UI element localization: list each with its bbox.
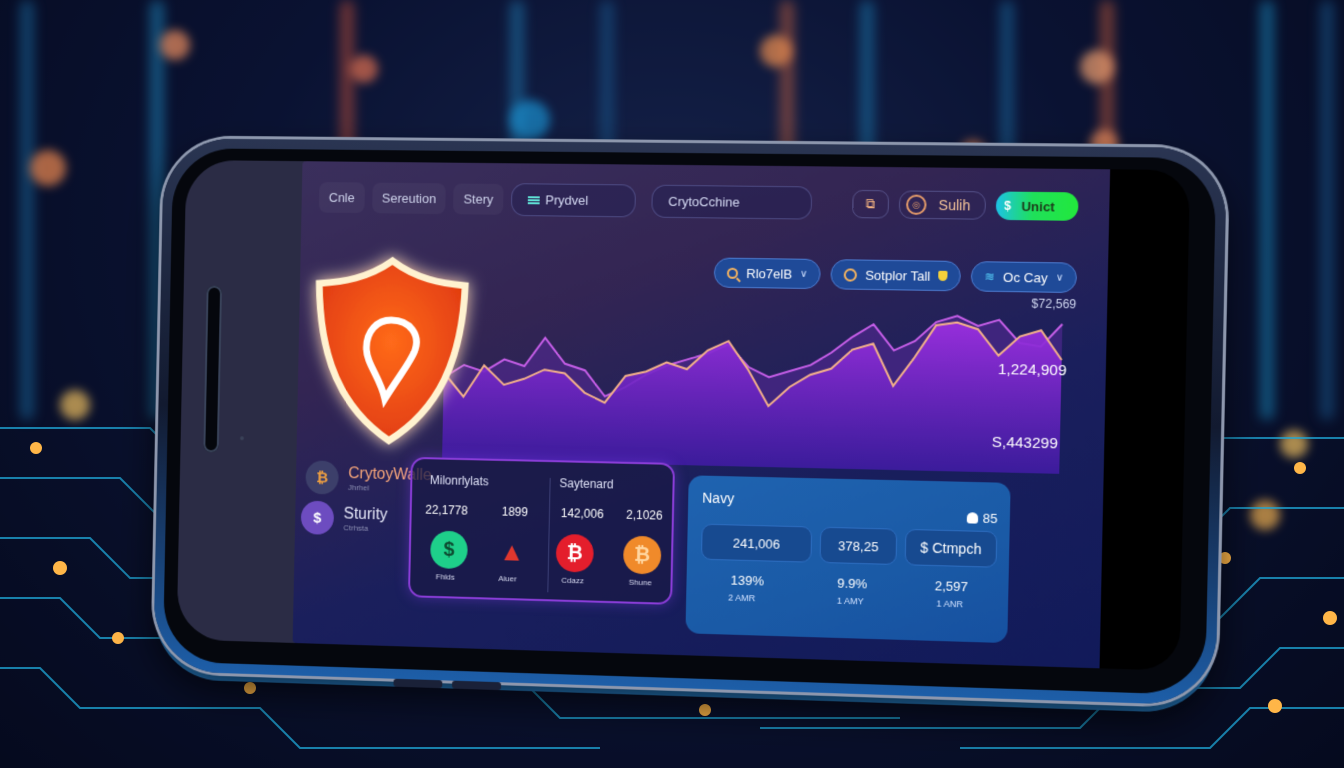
chevron-down-icon: ∨ xyxy=(800,268,808,280)
header-actions: ⧉ ◎ Sulih $ Unict xyxy=(851,189,1079,221)
price-chart-svg xyxy=(442,301,1063,474)
bitcoin-icon: ₿ xyxy=(305,460,339,495)
nav-tab-sereution[interactable]: Sereution xyxy=(371,182,447,215)
filter-label: Sotplor Tall xyxy=(865,267,931,284)
stats-badge: 85 xyxy=(966,510,998,526)
shield-badge-icon xyxy=(938,270,948,282)
wave-icon: ≋ xyxy=(984,269,995,284)
unlock-label: Unict xyxy=(1021,198,1055,214)
coins-header-1: Milonrlylats xyxy=(429,473,489,489)
dollar-icon: $ xyxy=(300,500,335,535)
stats-card: Navy 85 241,006 378,25 $ Ctmpch 139% 9.9… xyxy=(685,475,1011,644)
coin-value: 142,006 xyxy=(560,506,604,522)
sailboat-icon[interactable]: ▲ xyxy=(493,532,531,571)
unlock-button[interactable]: $ Unict xyxy=(995,191,1079,221)
stat-percentage: 139% xyxy=(730,572,765,589)
coin-value: 1899 xyxy=(501,504,529,520)
background-light-streak xyxy=(20,0,34,420)
background-bokeh-light xyxy=(30,150,66,186)
share-button[interactable]: ⧉ xyxy=(851,189,890,219)
background-bokeh-light xyxy=(160,30,190,60)
shield-lock-icon xyxy=(306,250,475,450)
search-field[interactable]: CrytoCchine xyxy=(650,184,813,220)
menu-icon xyxy=(527,195,540,204)
coins-divider xyxy=(547,477,551,593)
filter-pill-3[interactable]: ≋ Oc Cay ∨ xyxy=(970,261,1078,294)
wallet-item-sturity[interactable]: $ Sturity Ctrhsta xyxy=(300,500,388,537)
search-text: CrytoCchine xyxy=(668,193,740,210)
coin-value: 22,1778 xyxy=(425,502,468,518)
stat-percentage: 2,597 xyxy=(934,578,969,595)
bitcoin-red-icon[interactable]: ₿ xyxy=(555,533,594,573)
chart-price-bottom: S,443299 xyxy=(991,433,1058,453)
coins-header-2: Saytenard xyxy=(559,476,614,492)
top-nav: Cnle Sereution Stery Prydvel CrytoCchine xyxy=(318,181,813,220)
stat-subtitle: 1 AMY xyxy=(836,595,864,607)
stat-subtitle: 2 AMR xyxy=(728,592,756,604)
coin-label: Cdazz xyxy=(561,575,584,586)
background-bokeh-light xyxy=(510,100,550,140)
stat-box[interactable]: 241,006 xyxy=(700,523,813,563)
product-menu-button[interactable]: Prydvel xyxy=(510,183,636,218)
chart-price-middle: 1,224,909 xyxy=(997,360,1067,380)
coins-card: Milonrlylats Saytenard 22,1778 1899 142,… xyxy=(407,456,676,605)
bitcoin-orange-icon[interactable]: ₿ xyxy=(622,535,662,575)
dollar-coin-icon[interactable]: $ xyxy=(430,530,468,570)
screen-right-bezel xyxy=(1096,169,1191,671)
coin-label: Shune xyxy=(628,577,652,588)
wallet-title: Sturity xyxy=(343,505,388,523)
smartphone: Cnle Sereution Stery Prydvel CrytoCchine… xyxy=(153,138,1228,706)
product-label: Prydvel xyxy=(545,192,589,208)
app-screen: Cnle Sereution Stery Prydvel CrytoCchine… xyxy=(292,161,1111,669)
background-bokeh-light xyxy=(1080,50,1114,84)
coin-label: Fhlds xyxy=(435,572,455,582)
stat-box[interactable]: $ Ctmpch xyxy=(904,528,998,568)
background-bokeh-light xyxy=(350,55,378,83)
nav-tab-cnle[interactable]: Cnle xyxy=(318,182,365,214)
chart-price-top: $72,569 xyxy=(1031,296,1077,312)
dollar-icon: $ xyxy=(1004,198,1012,213)
stats-badge-value: 85 xyxy=(982,510,998,527)
stat-percentage: 9.9% xyxy=(837,575,868,592)
coin-label: Aiuer xyxy=(498,573,517,584)
price-chart xyxy=(442,301,1063,474)
stat-subtitle: 1 ANR xyxy=(936,598,964,610)
volume-up-button[interactable] xyxy=(393,678,443,689)
background-light-streak xyxy=(1260,0,1274,420)
filter-bar: Rlo7elB ∨ Sotplor Tall ≋ Oc Cay ∨ xyxy=(713,257,1078,294)
stat-box[interactable]: 378,25 xyxy=(819,526,898,566)
filter-label: Oc Cay xyxy=(1002,269,1048,286)
filter-label: Rlo7elB xyxy=(746,265,793,282)
user-name: Sulih xyxy=(938,196,971,214)
coin-icon xyxy=(843,267,858,282)
user-profile-button[interactable]: ◎ Sulih xyxy=(898,190,987,220)
filter-pill-2[interactable]: Sotplor Tall xyxy=(830,259,962,292)
nav-tab-stery[interactable]: Stery xyxy=(453,183,504,215)
phone-sensor xyxy=(239,436,244,441)
chevron-down-icon: ∨ xyxy=(1055,271,1064,284)
volume-down-button[interactable] xyxy=(451,680,502,691)
background-bokeh-light xyxy=(760,35,792,67)
background-light-streak xyxy=(1320,0,1334,420)
user-avatar-icon: ◎ xyxy=(905,194,927,215)
lock-icon xyxy=(966,512,978,524)
share-icon: ⧉ xyxy=(865,196,876,212)
screen-left-panel xyxy=(176,160,306,644)
search-icon xyxy=(727,267,739,279)
wallet-subtitle: Ctrhsta xyxy=(343,522,369,533)
coin-value: 2,1026 xyxy=(626,507,663,523)
chart-area-primary xyxy=(442,313,1063,474)
filter-pill-1[interactable]: Rlo7elB ∨ xyxy=(713,257,822,290)
stats-title: Navy xyxy=(702,489,735,507)
